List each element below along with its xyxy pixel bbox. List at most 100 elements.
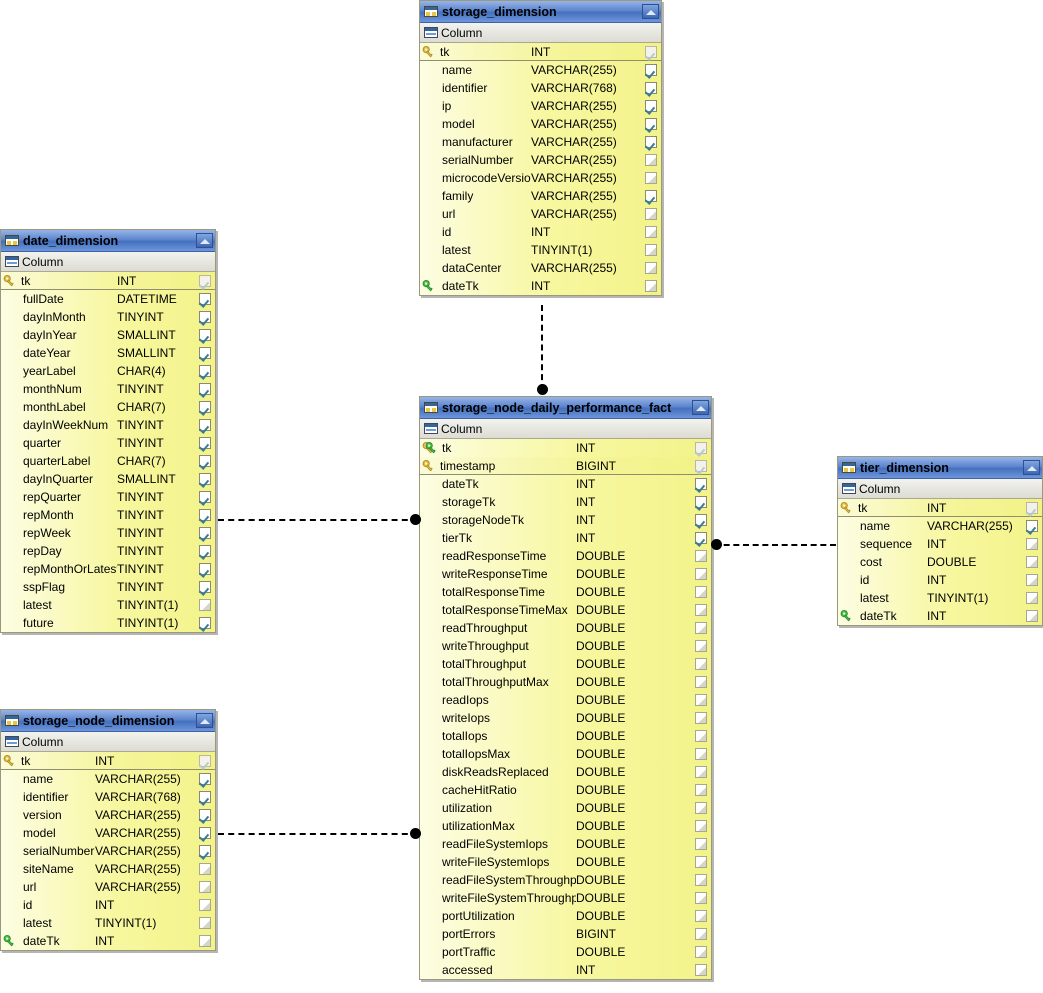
column-row[interactable]: writeResponseTime DOUBLE [420, 565, 711, 583]
column-row[interactable]: portUtilization DOUBLE [420, 907, 711, 925]
column-row[interactable]: repMonthOrLatest TINYINT [1, 560, 215, 578]
column-row[interactable]: dateTk INT [420, 277, 661, 295]
column-row[interactable]: version VARCHAR(255) [1, 806, 215, 824]
column-checkbox[interactable] [695, 676, 707, 688]
relationship-line[interactable] [541, 305, 543, 390]
column-row[interactable]: readResponseTime DOUBLE [420, 547, 711, 565]
column-checkbox[interactable] [199, 329, 211, 341]
column-row[interactable]: serialNumber VARCHAR(255) [1, 842, 215, 860]
entity-titlebar[interactable]: tier_dimension [838, 457, 1042, 479]
column-row[interactable]: repQuarter TINYINT [1, 488, 215, 506]
column-group-header[interactable]: Column [1, 252, 215, 272]
column-row[interactable]: portTraffic DOUBLE [420, 943, 711, 961]
column-row[interactable]: tk INT [420, 43, 661, 61]
column-row[interactable]: name VARCHAR(255) [1, 770, 215, 788]
column-visible-cell[interactable] [195, 809, 215, 821]
column-row[interactable]: latest TINYINT(1) [1, 914, 215, 932]
column-checkbox[interactable] [199, 917, 211, 929]
column-checkbox[interactable] [645, 100, 657, 112]
column-visible-cell[interactable] [641, 190, 661, 202]
collapse-triangle-icon[interactable] [196, 233, 213, 248]
column-visible-cell[interactable] [195, 827, 215, 839]
column-checkbox[interactable] [695, 928, 707, 940]
column-row[interactable]: readIops DOUBLE [420, 691, 711, 709]
column-visible-cell[interactable] [195, 773, 215, 785]
column-visible-cell[interactable] [641, 280, 661, 292]
column-visible-cell[interactable] [195, 863, 215, 875]
column-row[interactable]: readThroughput DOUBLE [420, 619, 711, 637]
column-row[interactable]: sspFlag TINYINT [1, 578, 215, 596]
column-checkbox[interactable] [645, 280, 657, 292]
column-row[interactable]: model VARCHAR(255) [420, 115, 661, 133]
column-row[interactable]: dataCenter VARCHAR(255) [420, 259, 661, 277]
column-visible-cell[interactable] [641, 154, 661, 166]
column-visible-cell[interactable] [691, 964, 711, 976]
column-row[interactable]: utilization DOUBLE [420, 799, 711, 817]
column-visible-cell[interactable] [691, 748, 711, 760]
column-visible-cell[interactable] [195, 329, 215, 341]
column-visible-cell[interactable] [691, 586, 711, 598]
column-visible-cell[interactable] [195, 311, 215, 323]
column-checkbox[interactable] [695, 586, 707, 598]
column-visible-cell[interactable] [691, 766, 711, 778]
column-checkbox[interactable] [695, 604, 707, 616]
column-visible-cell[interactable] [195, 473, 215, 485]
relationship-endpoint-dot[interactable] [410, 514, 421, 525]
collapse-triangle-icon[interactable] [642, 4, 659, 19]
column-row[interactable]: dayInYear SMALLINT [1, 326, 215, 344]
column-row[interactable]: sequence INT [838, 535, 1042, 553]
column-group-header[interactable]: Column [420, 419, 711, 439]
column-row[interactable]: repDay TINYINT [1, 542, 215, 560]
column-row[interactable]: quarter TINYINT [1, 434, 215, 452]
column-checkbox[interactable] [695, 802, 707, 814]
column-checkbox[interactable] [645, 190, 657, 202]
column-checkbox[interactable] [199, 863, 211, 875]
relationship-line[interactable] [218, 833, 418, 835]
column-visible-cell[interactable] [641, 64, 661, 76]
column-visible-cell[interactable] [1022, 501, 1042, 514]
column-checkbox[interactable] [645, 172, 657, 184]
column-row[interactable]: timestamp BIGINT [420, 457, 711, 475]
collapse-triangle-icon[interactable] [692, 400, 709, 415]
column-visible-cell[interactable] [1022, 610, 1042, 622]
column-visible-cell[interactable] [195, 935, 215, 947]
column-checkbox[interactable] [645, 82, 657, 94]
column-row[interactable]: quarterLabel CHAR(7) [1, 452, 215, 470]
column-row[interactable]: id INT [420, 223, 661, 241]
entity-table-storage_node_dimension[interactable]: storage_node_dimension Column tk INT name VAR… [0, 709, 216, 951]
column-checkbox[interactable] [199, 809, 211, 821]
column-row[interactable]: writeIops DOUBLE [420, 709, 711, 727]
column-row[interactable]: yearLabel CHAR(4) [1, 362, 215, 380]
column-row[interactable]: writeFileSystemThroughput DOUBLE [420, 889, 711, 907]
column-visible-cell[interactable] [195, 845, 215, 857]
column-visible-cell[interactable] [195, 274, 215, 287]
column-row[interactable]: writeThroughput DOUBLE [420, 637, 711, 655]
column-checkbox[interactable] [199, 899, 211, 911]
column-checkbox[interactable] [695, 568, 707, 580]
column-row[interactable]: tk INT [1, 272, 215, 290]
column-visible-cell[interactable] [195, 455, 215, 467]
column-checkbox[interactable] [695, 838, 707, 850]
column-checkbox[interactable] [695, 496, 707, 508]
column-checkbox[interactable] [695, 550, 707, 562]
column-row[interactable]: diskReadsReplaced DOUBLE [420, 763, 711, 781]
column-row[interactable]: storageTk INT [420, 493, 711, 511]
column-row[interactable]: tk INT [1, 752, 215, 770]
column-row[interactable]: totalThroughput DOUBLE [420, 655, 711, 673]
column-checkbox[interactable] [199, 791, 211, 803]
column-visible-cell[interactable] [691, 604, 711, 616]
column-visible-cell[interactable] [691, 640, 711, 652]
column-checkbox[interactable] [199, 527, 211, 539]
column-row[interactable]: writeFileSystemIops DOUBLE [420, 853, 711, 871]
column-row[interactable]: utilizationMax DOUBLE [420, 817, 711, 835]
column-visible-cell[interactable] [641, 226, 661, 238]
column-visible-cell[interactable] [691, 459, 711, 472]
column-visible-cell[interactable] [641, 45, 661, 58]
column-visible-cell[interactable] [691, 694, 711, 706]
column-checkbox[interactable] [645, 64, 657, 76]
column-row[interactable]: siteName VARCHAR(255) [1, 860, 215, 878]
column-row[interactable]: ip VARCHAR(255) [420, 97, 661, 115]
column-checkbox[interactable] [1026, 556, 1038, 568]
column-row[interactable]: name VARCHAR(255) [420, 61, 661, 79]
column-row[interactable]: future TINYINT(1) [1, 614, 215, 632]
